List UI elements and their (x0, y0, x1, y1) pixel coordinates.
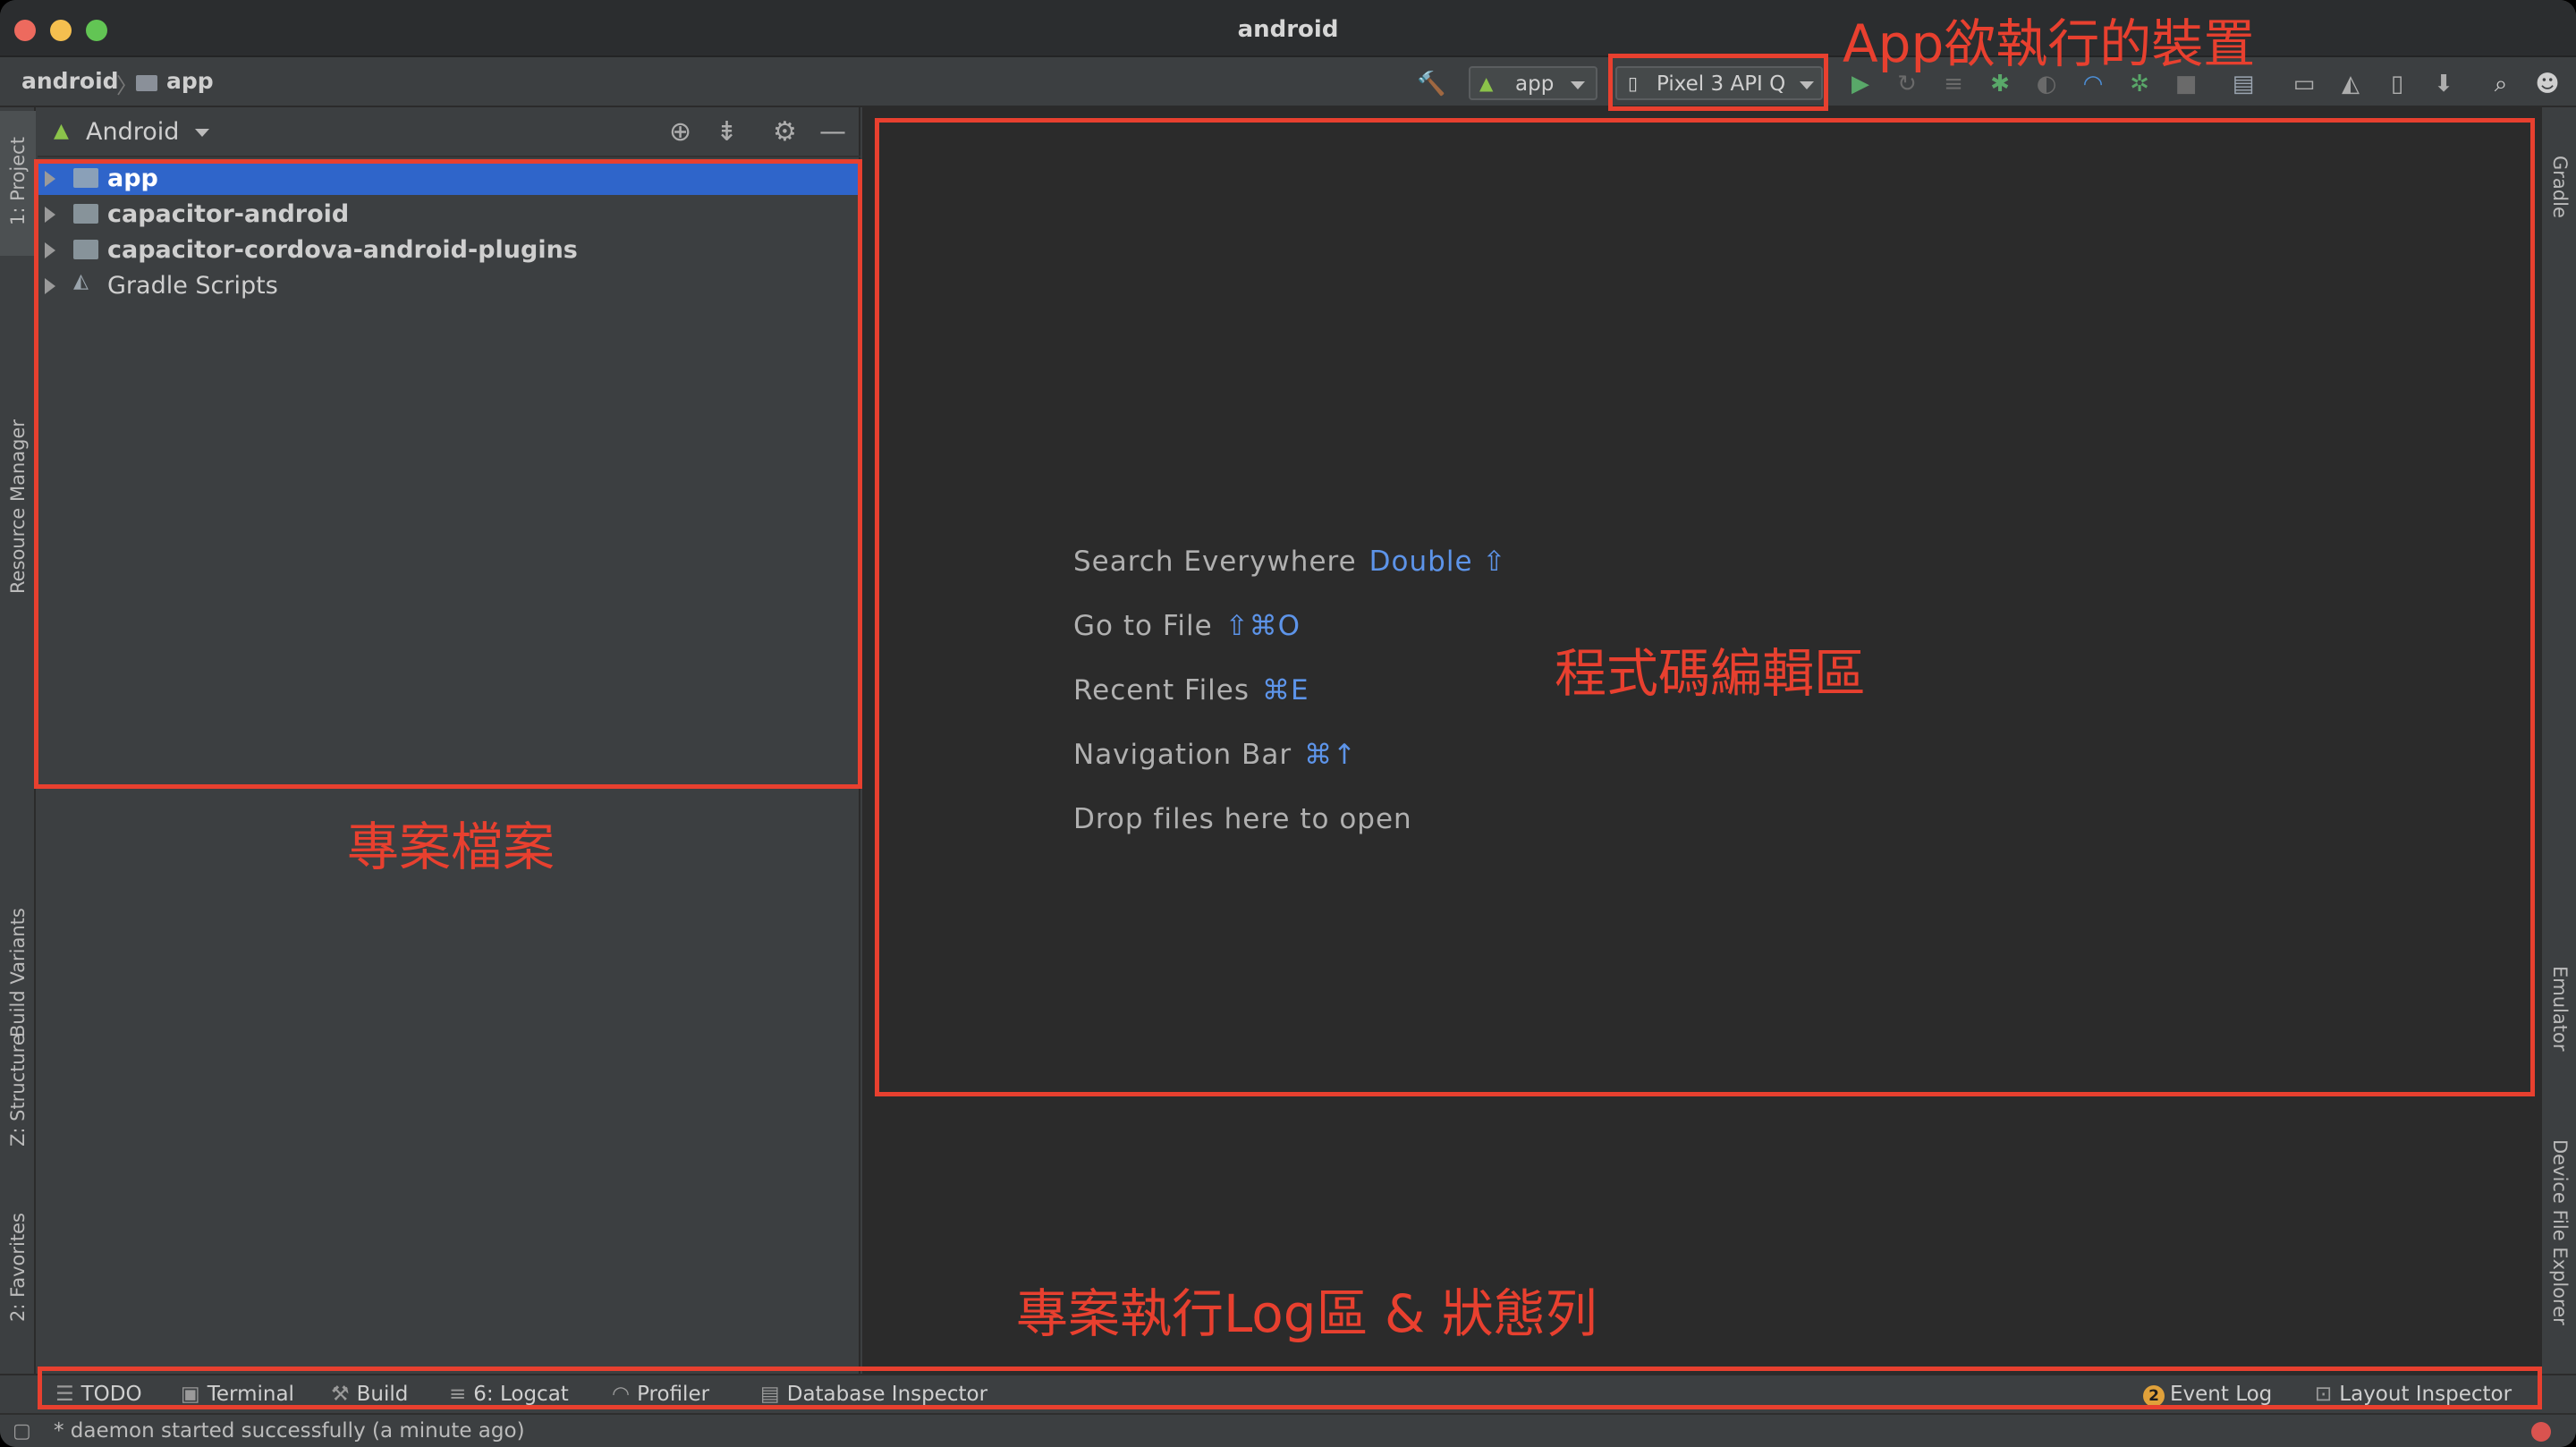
annotation-editor-label: 程式碼編輯區 (1555, 643, 1867, 704)
tab-device-file-explorer-label: Device File Explorer (2549, 1139, 2571, 1325)
breadcrumb-module[interactable]: app (166, 68, 214, 94)
breadcrumb-separator: 〉 (116, 73, 138, 98)
toggle-tool-windows-icon[interactable]: ▢ (13, 1420, 31, 1443)
android-icon: ▲ (1479, 72, 1494, 94)
annotation-bottom-label: 專案執行Log區 & 狀態列 (1016, 1283, 1597, 1344)
tab-emulator[interactable]: Emulator (2542, 939, 2576, 1073)
left-tool-strip: 1: Project Resource Manager Build Varian… (0, 107, 36, 1374)
view-selector[interactable]: Android (86, 118, 179, 146)
tab-project[interactable]: 1: Project (0, 111, 36, 256)
tab-structure-label: Z: Structure (7, 1034, 29, 1147)
tab-resource-manager[interactable]: Resource Manager (0, 286, 36, 626)
tab-device-file-explorer[interactable]: Device File Explorer (2542, 1113, 2576, 1345)
hide-panel-icon[interactable]: — (819, 116, 846, 148)
chevron-down-icon[interactable] (195, 129, 209, 137)
collapse-all-icon[interactable]: ⇟ (716, 116, 738, 148)
chevron-down-icon (1571, 81, 1585, 89)
tab-resource-manager-label: Resource Manager (7, 419, 29, 594)
android-icon: ▲ (54, 120, 69, 142)
annotation-device-label: App欲執行的裝置 (1843, 13, 2256, 74)
status-bar: ▢ * daemon started successfully (a minut… (0, 1413, 2576, 1447)
project-panel-header: ▲ Android ⊕ ⇟ ⚙ — (38, 107, 860, 157)
avd-manager-icon[interactable]: ▯ (2385, 72, 2410, 97)
gear-icon[interactable]: ⚙ (773, 116, 797, 148)
locate-file-icon[interactable]: ⊕ (669, 116, 691, 148)
breadcrumb-project[interactable]: android (21, 68, 119, 94)
status-message: * daemon started successfully (a minute … (54, 1419, 525, 1443)
annotation-project-label: 專案檔案 (347, 817, 555, 877)
tab-favorites-label: 2: Favorites (7, 1213, 29, 1322)
right-tool-strip: Gradle Emulator Device File Explorer (2540, 107, 2576, 1374)
gradle-sync-icon[interactable]: ◭ (2338, 72, 2363, 97)
annotation-box-project (34, 159, 862, 789)
build-hammer-icon[interactable]: 🔨 (1417, 72, 1445, 97)
tab-gradle-label: Gradle (2549, 156, 2571, 218)
folder-icon (136, 75, 157, 91)
error-indicator-icon[interactable] (2531, 1422, 2551, 1442)
sdk-manager-icon[interactable]: ⬇ (2431, 72, 2456, 97)
tab-favorites[interactable]: 2: Favorites (0, 1180, 36, 1350)
annotation-box-bottom (38, 1367, 2542, 1409)
ide-window: android android 〉 app 🔨 ▲ app ▯ Pixel 3 … (0, 0, 2576, 1447)
run-config-selector[interactable]: ▲ app (1469, 66, 1597, 100)
run-config-label: app (1515, 72, 1555, 96)
annotation-box-device (1608, 54, 1828, 111)
annotation-box-editor (875, 118, 2535, 1096)
tab-gradle[interactable]: Gradle (2542, 129, 2576, 245)
tab-structure[interactable]: Z: Structure (0, 1002, 36, 1189)
tab-emulator-label: Emulator (2549, 966, 2571, 1052)
user-avatar-icon[interactable]: ☻ (2535, 72, 2560, 97)
tab-project-label: 1: Project (7, 137, 29, 225)
search-icon[interactable]: ⌕ (2488, 72, 2513, 97)
terminal-window-icon[interactable]: ▭ (2292, 72, 2317, 97)
